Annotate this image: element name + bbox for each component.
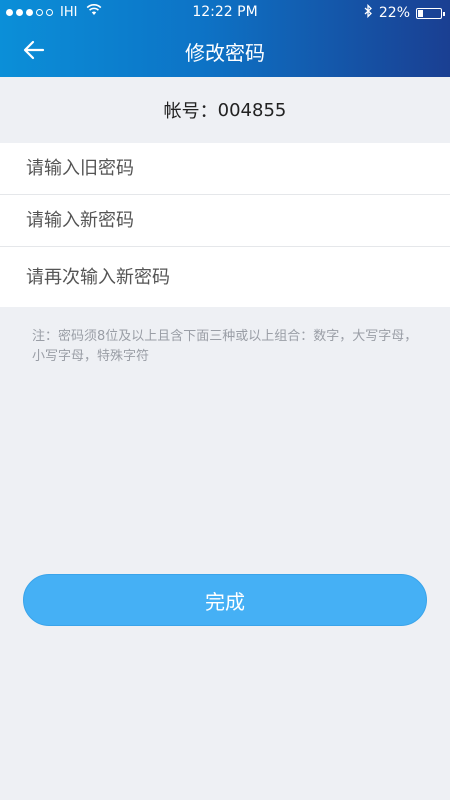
done-button[interactable]: 完成	[23, 574, 427, 626]
status-right-group: 22%	[364, 3, 445, 22]
status-bar: IHI 12:22 PM 22%	[0, 0, 450, 24]
old-password-row	[0, 143, 450, 195]
account-number: 004855	[217, 99, 287, 121]
password-form	[0, 143, 450, 307]
battery-level	[418, 9, 423, 17]
account-row: 帐号： 004855	[0, 77, 450, 143]
battery-icon	[416, 7, 445, 19]
password-rule-note: 注：密码须8位及以上且含下面三种或以上组合：数字，大写字母，小写字母，特殊字符	[32, 329, 418, 364]
app-header: IHI 12:22 PM 22% 修改密码	[0, 0, 450, 77]
page-title: 修改密码	[185, 41, 265, 65]
account-label: 帐号：	[163, 101, 218, 122]
battery-percent: 22%	[378, 5, 410, 21]
confirm-password-input[interactable]	[26, 266, 426, 288]
nav-bar: 修改密码	[0, 24, 450, 77]
new-password-row	[0, 195, 450, 247]
bluetooth-icon	[364, 3, 373, 22]
old-password-input[interactable]	[26, 158, 426, 179]
confirm-password-row	[0, 247, 450, 307]
new-password-input[interactable]	[26, 210, 426, 231]
